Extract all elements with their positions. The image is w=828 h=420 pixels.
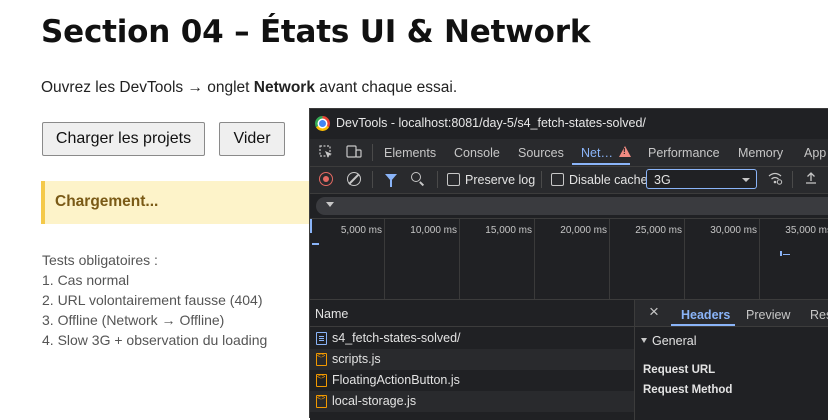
request-name: local-storage.js <box>332 394 417 408</box>
toolbar-separator <box>792 171 793 188</box>
inspect-element-icon[interactable] <box>319 145 333 159</box>
toolbar-separator <box>372 171 373 188</box>
timeline-tick-label: 30,000 ms <box>710 225 757 236</box>
intro-prefix: Ouvrez les DevTools → onglet <box>41 79 254 96</box>
tab-separator <box>372 144 373 161</box>
request-waterfall-bar <box>312 243 319 245</box>
timeline-tick-label: 10,000 ms <box>410 225 457 236</box>
chrome-logo-icon <box>315 116 330 131</box>
script-icon <box>316 374 327 387</box>
column-header-name[interactable]: Name <box>310 300 634 327</box>
request-list: Name s4_fetch-states-solved/ scripts.js … <box>310 300 634 420</box>
timeline-tick-label: 5,000 ms <box>340 225 382 236</box>
intro-text: Ouvrez les DevTools → onglet Network ava… <box>41 79 457 97</box>
details-tab-bar: × Headers Preview Resp <box>635 300 828 327</box>
request-row[interactable]: FloatingActionButton.js <box>310 370 634 391</box>
test-item: 1. Cas normal <box>42 272 130 288</box>
intro-network-bold: Network <box>253 79 315 96</box>
request-name: scripts.js <box>332 352 381 366</box>
clear-log-icon[interactable] <box>347 172 361 186</box>
devtools-titlebar[interactable]: DevTools - localhost:8081/day-5/s4_fetch… <box>310 109 828 138</box>
timeline-gridline <box>759 219 760 299</box>
loading-indicator: Chargement... <box>41 181 341 224</box>
devtools-tab-bar: Elements Console Sources Net… Performanc… <box>310 139 828 167</box>
test-item: 4. Slow 3G + observation du loading <box>42 332 268 348</box>
request-waterfall-bar <box>783 254 790 255</box>
chevron-down-icon <box>742 178 750 182</box>
request-name: s4_fetch-states-solved/ <box>332 331 461 345</box>
active-tab-underline <box>671 324 735 326</box>
general-section-toggle[interactable]: General <box>641 334 696 348</box>
preserve-log-label[interactable]: Preserve log <box>465 173 535 187</box>
tab-memory[interactable]: Memory <box>738 146 783 160</box>
tab-application[interactable]: App <box>804 146 826 160</box>
throttling-value: 3G <box>654 173 671 187</box>
filter-input[interactable] <box>316 197 828 215</box>
disable-cache-checkbox[interactable] <box>551 173 564 186</box>
timeline-tick-label: 25,000 ms <box>635 225 682 236</box>
request-waterfall-bar <box>310 219 312 233</box>
timeline-gridline <box>609 219 610 299</box>
throttling-select[interactable]: 3G <box>646 169 757 189</box>
tab-preview[interactable]: Preview <box>746 308 790 322</box>
disable-cache-label[interactable]: Disable cache <box>569 173 648 187</box>
record-icon[interactable] <box>319 172 333 186</box>
request-waterfall-bar <box>780 251 782 256</box>
tab-elements[interactable]: Elements <box>384 146 436 160</box>
tab-response[interactable]: Resp <box>810 308 828 322</box>
intro-suffix: avant chaque essai. <box>314 79 458 96</box>
timeline-tick-label: 20,000 ms <box>560 225 607 236</box>
timeline-tick-label: 15,000 ms <box>485 225 532 236</box>
preserve-log-checkbox[interactable] <box>447 173 460 186</box>
script-icon <box>316 353 327 366</box>
document-icon <box>316 332 327 345</box>
tests-list: Tests obligatoires : 1. Cas normal 2. UR… <box>42 250 267 350</box>
clear-button[interactable]: Vider <box>219 122 285 156</box>
device-toolbar-icon[interactable] <box>346 145 362 159</box>
network-timeline-overview[interactable]: 5,000 ms 10,000 ms 15,000 ms 20,000 ms 2… <box>310 219 828 300</box>
request-row[interactable]: s4_fetch-states-solved/ <box>310 328 634 349</box>
general-section-label: General <box>652 334 697 348</box>
page-title: Section 04 – États UI & Network <box>41 14 591 50</box>
tests-heading: Tests obligatoires : <box>42 252 158 268</box>
request-row[interactable]: scripts.js <box>310 349 634 370</box>
filter-icon <box>326 202 334 207</box>
timeline-gridline <box>684 219 685 299</box>
script-icon <box>316 395 327 408</box>
tab-console[interactable]: Console <box>454 146 500 160</box>
toolbar-separator <box>437 171 438 188</box>
network-toolbar: Preserve log Disable cache 3G <box>310 167 828 194</box>
tab-sources[interactable]: Sources <box>518 146 564 160</box>
filter-row <box>310 194 828 219</box>
test-item: 3. Offline (Network → Offline) <box>42 312 225 328</box>
tab-headers[interactable]: Headers <box>681 308 730 322</box>
search-icon[interactable] <box>411 172 421 182</box>
active-tab-underline <box>572 163 630 165</box>
toolbar-separator <box>541 171 542 188</box>
timeline-gridline <box>534 219 535 299</box>
load-projects-button[interactable]: Charger les projets <box>42 122 205 156</box>
header-key: Request Method <box>643 384 733 396</box>
network-conditions-icon[interactable] <box>767 171 783 185</box>
devtools-window-title: DevTools - localhost:8081/day-5/s4_fetch… <box>336 116 646 130</box>
request-details-panel: × Headers Preview Resp General Request U… <box>634 300 828 420</box>
import-har-icon[interactable] <box>804 171 818 188</box>
triangle-down-icon <box>641 338 647 343</box>
request-row[interactable]: local-storage.js <box>310 391 634 412</box>
tab-performance[interactable]: Performance <box>648 146 720 160</box>
close-icon[interactable]: × <box>649 302 659 322</box>
test-item: 2. URL volontairement fausse (404) <box>42 292 263 308</box>
timeline-gridline <box>459 219 460 299</box>
devtools-window: DevTools - localhost:8081/day-5/s4_fetch… <box>309 108 828 420</box>
timeline-gridline <box>384 219 385 299</box>
loading-text: Chargement... <box>55 193 159 210</box>
column-header-label: Name <box>315 307 349 321</box>
warning-icon <box>619 146 631 157</box>
tab-network[interactable]: Net… <box>581 146 613 160</box>
timeline-tick-label: 35,000 ms <box>785 225 828 236</box>
header-key: Request URL <box>643 364 716 376</box>
request-name: FloatingActionButton.js <box>332 373 460 387</box>
filter-icon[interactable] <box>385 174 397 187</box>
